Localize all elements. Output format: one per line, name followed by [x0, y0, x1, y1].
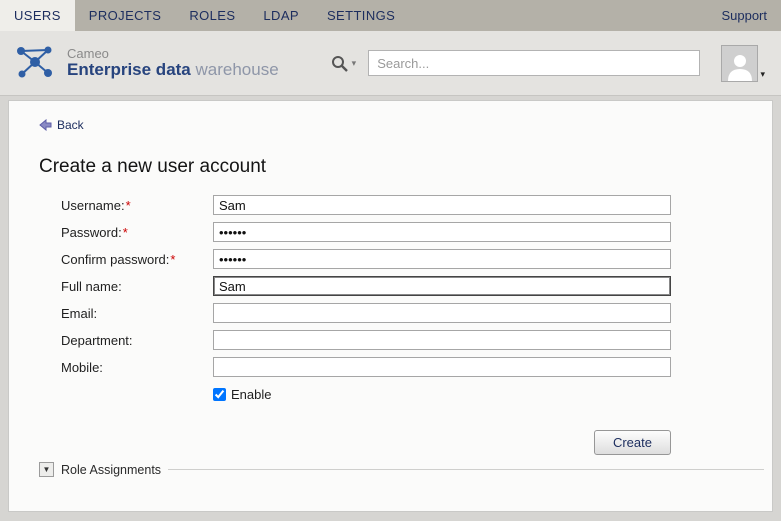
- email-input[interactable]: [213, 303, 671, 323]
- create-user-form: Username:* Password:* Confirm password:*…: [61, 195, 772, 402]
- enable-row: Enable: [213, 387, 772, 402]
- user-menu: ▾: [721, 45, 765, 82]
- search-dropdown-arrow[interactable]: ▾: [352, 58, 357, 69]
- search-icon[interactable]: [331, 55, 348, 72]
- tab-ldap[interactable]: LDAP: [249, 0, 313, 31]
- form-row: Department:: [61, 330, 772, 350]
- content-panel: Back Create a new user account Username:…: [8, 100, 773, 512]
- department-input[interactable]: [213, 330, 671, 350]
- required-asterisk: *: [170, 252, 175, 267]
- form-row: Full name:: [61, 276, 772, 296]
- brand-warehouse: warehouse: [196, 60, 279, 79]
- username-label: Username:*: [61, 198, 213, 213]
- confirm-password-input[interactable]: [213, 249, 671, 269]
- tab-roles[interactable]: ROLES: [175, 0, 249, 31]
- form-row: Confirm password:*: [61, 249, 772, 269]
- brand-cameo: Cameo: [67, 47, 279, 61]
- form-row: Email:: [61, 303, 772, 323]
- form-row: Password:*: [61, 222, 772, 242]
- mobile-input[interactable]: [213, 357, 671, 377]
- tab-settings[interactable]: SETTINGS: [313, 0, 409, 31]
- brand-enterprise-data: Enterprise data: [67, 60, 191, 79]
- logo-network-icon: [12, 42, 58, 84]
- page-title: Create a new user account: [39, 156, 772, 178]
- search-group: ▾: [331, 50, 701, 76]
- email-label: Email:: [61, 306, 213, 321]
- avatar[interactable]: [721, 45, 758, 82]
- full-name-input[interactable]: [213, 276, 671, 296]
- form-actions: Create: [61, 430, 671, 455]
- enable-label-text: Enable: [231, 387, 271, 402]
- form-row: Username:*: [61, 195, 772, 215]
- search-input[interactable]: [368, 50, 700, 76]
- required-asterisk: *: [126, 198, 131, 213]
- back-label: Back: [57, 118, 84, 132]
- full-name-label: Full name:: [61, 279, 213, 294]
- password-label: Password:*: [61, 225, 213, 240]
- person-icon: [725, 51, 755, 81]
- brand-text: Cameo Enterprise data warehouse: [67, 47, 279, 78]
- user-menu-dropdown-arrow[interactable]: ▾: [760, 69, 765, 82]
- role-assignments-section: ▼ Role Assignments: [39, 462, 764, 477]
- required-asterisk: *: [123, 225, 128, 240]
- tab-users[interactable]: USERS: [0, 0, 75, 31]
- role-assignments-toggle[interactable]: ▼: [39, 462, 54, 477]
- support-link[interactable]: Support: [707, 8, 781, 23]
- section-divider: [168, 469, 764, 470]
- confirm-password-label: Confirm password:*: [61, 252, 213, 267]
- enable-checkbox-label[interactable]: Enable: [213, 387, 271, 402]
- app-logo: Cameo Enterprise data warehouse: [12, 42, 279, 84]
- mobile-label: Mobile:: [61, 360, 213, 375]
- department-label: Department:: [61, 333, 213, 348]
- username-input[interactable]: [213, 195, 671, 215]
- password-input[interactable]: [213, 222, 671, 242]
- back-link[interactable]: Back: [39, 118, 84, 132]
- role-assignments-label: Role Assignments: [61, 463, 161, 477]
- brand-bar: Cameo Enterprise data warehouse ▾ ▾: [0, 31, 781, 96]
- triangle-collapse-icon: ▼: [43, 465, 51, 474]
- back-arrow-icon: [39, 119, 52, 131]
- form-row: Mobile:: [61, 357, 772, 377]
- create-button[interactable]: Create: [594, 430, 671, 455]
- tab-projects[interactable]: PROJECTS: [75, 0, 176, 31]
- top-nav: USERS PROJECTS ROLES LDAP SETTINGS Suppo…: [0, 0, 781, 31]
- enable-checkbox[interactable]: [213, 388, 226, 401]
